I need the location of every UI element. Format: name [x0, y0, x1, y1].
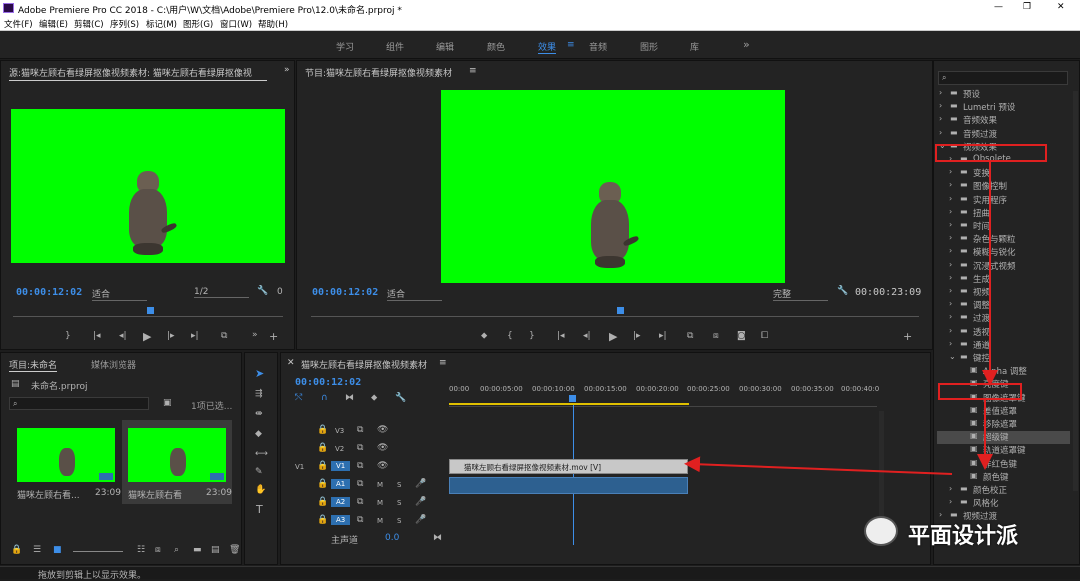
- annotation-arrows: [684, 162, 998, 475]
- arrow-left: [684, 456, 953, 475]
- status-text: 拖放到剪辑上以显示效果。: [38, 571, 147, 581]
- watermark: 平面设计派: [864, 512, 1054, 552]
- watermark-text: 平面设计派: [908, 524, 1019, 549]
- wechat-logo-icon: [864, 516, 898, 546]
- status-bar: 拖放到剪辑上以显示效果。: [0, 566, 1080, 581]
